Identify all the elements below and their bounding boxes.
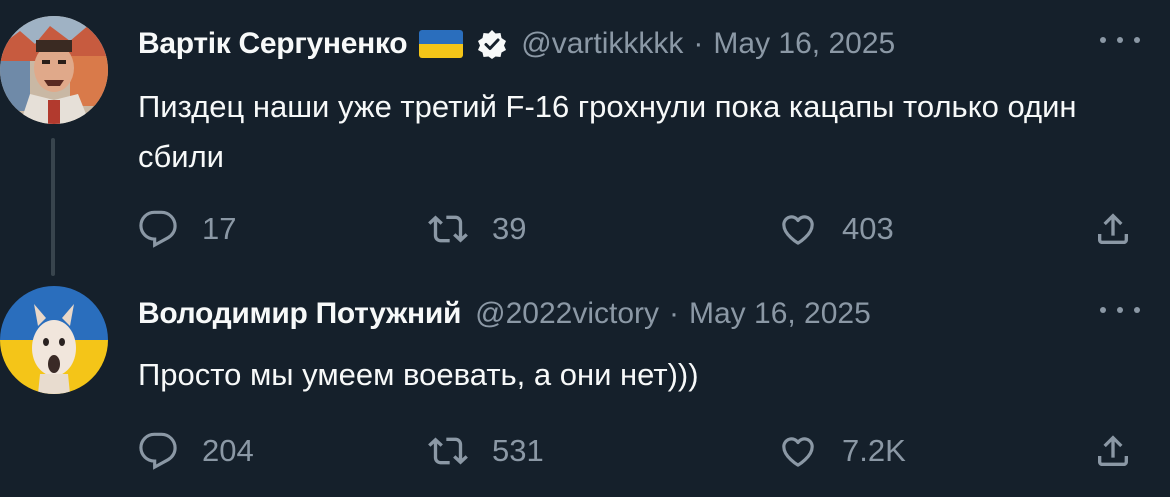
tweet-text: Пиздец наши уже третий F-16 грохнули пок… (138, 89, 1077, 174)
more-icon[interactable] (1100, 30, 1140, 50)
action-bar: 17 39 403 (138, 204, 1148, 254)
share-button[interactable] (1093, 426, 1133, 476)
like-button[interactable]: 7.2K (778, 426, 906, 476)
tweet-text: Просто мы умеем воевать, а они нет))) (138, 357, 699, 392)
retweet-button[interactable]: 39 (428, 204, 526, 254)
avatar[interactable] (0, 16, 108, 124)
reply-icon (139, 432, 177, 470)
author-name[interactable]: Вартiк Сергуненко (138, 27, 408, 61)
reply-button[interactable]: 17 (138, 204, 236, 254)
verified-badge-icon (477, 29, 507, 59)
tweet-date[interactable]: May 16, 2025 (713, 27, 895, 61)
author-handle[interactable]: @2022victory (475, 297, 659, 331)
tweet[interactable]: Вартiк Сергуненко @vartikkkkk · May 16, … (0, 0, 1170, 276)
heart-icon (782, 437, 814, 467)
like-count: 403 (842, 211, 894, 246)
action-bar: 204 531 7.2K (138, 426, 1148, 476)
retweet-count: 531 (492, 433, 544, 468)
retweet-button[interactable]: 531 (428, 426, 544, 476)
reply-count: 204 (202, 433, 254, 468)
separator-dot: · (669, 297, 679, 330)
heart-icon (782, 215, 814, 245)
separator-dot: · (693, 27, 704, 60)
tweet[interactable]: Володимир Потужний @2022victory · May 16… (0, 270, 1170, 497)
like-button[interactable]: 403 (778, 204, 894, 254)
retweet-count: 39 (492, 211, 527, 246)
reply-icon (139, 210, 177, 248)
share-icon (1098, 213, 1128, 244)
tweet-header: Вартiк Сергуненко @vartikkkkk · May 16, … (138, 24, 895, 64)
author-name[interactable]: Володимир Потужний (138, 297, 461, 331)
tweet-header: Володимир Потужний @2022victory · May 16… (138, 294, 871, 334)
share-button[interactable] (1093, 204, 1133, 254)
tweet-date[interactable]: May 16, 2025 (689, 297, 871, 331)
share-icon (1098, 435, 1128, 466)
more-icon[interactable] (1100, 300, 1140, 320)
reply-count: 17 (202, 211, 237, 246)
thread-line (51, 138, 55, 276)
retweet-icon (428, 215, 468, 243)
like-count: 7.2K (842, 433, 906, 468)
reply-button[interactable]: 204 (138, 426, 254, 476)
author-handle[interactable]: @vartikkkkk (521, 27, 683, 61)
ukraine-flag-icon (419, 30, 464, 58)
retweet-icon (428, 437, 468, 465)
avatar[interactable] (0, 286, 108, 394)
